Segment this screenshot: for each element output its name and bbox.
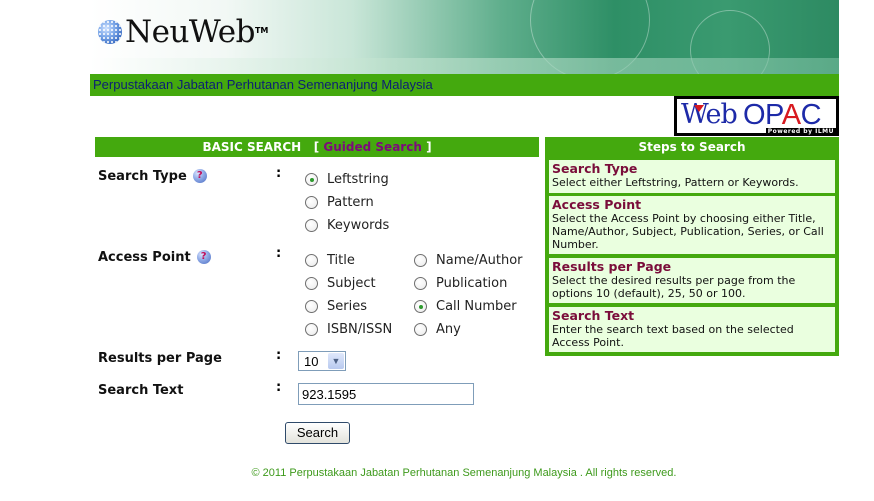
step-title: Search Type [552,161,638,176]
radio-label: Keywords [327,218,390,233]
radio-label: Call Number [436,299,517,314]
webopac-logo-web: Web [681,99,738,130]
radio-button[interactable] [305,300,318,313]
radio-label: Publication [436,276,508,291]
organization-name: Perpustakaan Jabatan Perhutanan Semenanj… [93,77,433,92]
access-point-label: Access Point? [98,250,211,265]
step-text: Select either Leftstring, Pattern or Key… [552,176,799,189]
webopac-logo: Web OPAC Powered by ILMU [674,96,839,136]
guided-search-link[interactable]: Guided Search [323,140,421,154]
radio-subject[interactable]: Subject [305,276,376,291]
radio-button[interactable] [414,254,427,267]
step-text: Select the Access Point by choosing eith… [552,212,824,251]
search-type-label-text: Search Type [98,169,187,184]
colon: : [276,166,282,181]
radio-button[interactable] [305,323,318,336]
radio-button-checked[interactable] [305,173,318,186]
help-icon[interactable]: ? [192,169,207,183]
webopac-op: OP [743,99,782,131]
access-point-label-text: Access Point [98,250,191,265]
search-button[interactable]: Search [285,422,350,444]
radio-button[interactable] [414,277,427,290]
step-title: Search Text [552,308,635,323]
footer-copyright: © 2011 Perpustakaan Jabatan Perhutanan S… [251,467,677,479]
powered-by-label: Powered by ILMU [765,128,836,135]
radio-call-number[interactable]: Call Number [414,299,517,314]
radio-button[interactable] [305,277,318,290]
globe-icon [98,20,122,44]
results-per-page-value: 10 [304,354,319,369]
radio-isbn-issn[interactable]: ISBN/ISSN [305,322,392,337]
radio-name-author[interactable]: Name/Author [414,253,523,268]
webopac-red-triangle-icon [694,105,704,112]
webopac-c: C [800,99,822,131]
radio-title[interactable]: Title [305,253,355,268]
radio-pattern[interactable]: Pattern [305,195,374,210]
radio-label: Series [327,299,367,314]
colon: : [276,380,282,395]
steps-title: Steps to Search [638,140,746,154]
step-access-point: Access Point Select the Access Point by … [549,196,835,254]
radio-label: Subject [327,276,376,291]
radio-keywords[interactable]: Keywords [305,218,389,233]
radio-button[interactable] [305,254,318,267]
radio-label: Any [436,322,461,337]
step-search-type: Search Type Select either Leftstring, Pa… [549,160,835,193]
radio-button[interactable] [305,219,318,232]
header-banner: NeuWeb TM [90,0,839,74]
bracket-open: [ [313,140,320,154]
radio-any[interactable]: Any [414,322,461,337]
radio-button[interactable] [414,323,427,336]
organization-bar: Perpustakaan Jabatan Perhutanan Semenanj… [90,74,839,96]
search-text-input[interactable] [298,383,474,405]
radio-leftstring[interactable]: Leftstring [305,172,389,187]
webopac-a: A [781,99,801,131]
step-text: Select the desired results per page from… [552,274,796,300]
step-text: Enter the search text based on the selec… [552,323,794,349]
radio-series[interactable]: Series [305,299,367,314]
radio-label: Leftstring [327,172,389,187]
basic-search-header: BASIC SEARCH [ Guided Search ] [95,137,539,157]
neuweb-logo: NeuWeb TM [98,14,268,50]
search-type-label: Search Type? [98,169,207,184]
banner-stripe [90,58,839,74]
radio-label: ISBN/ISSN [327,322,393,337]
results-per-page-select[interactable]: 10 ▼ [298,351,346,371]
help-icon[interactable]: ? [196,250,211,264]
basic-search-title: BASIC SEARCH [202,140,302,154]
logo-trademark: TM [254,25,269,35]
colon: : [276,348,282,363]
search-text-label: Search Text [98,383,184,398]
steps-to-search-panel: Steps to Search Search Type Select eithe… [545,137,839,356]
step-search-text: Search Text Enter the search text based … [549,307,835,352]
bracket-close: ] [426,140,432,154]
results-per-page-label: Results per Page [98,351,222,366]
colon: : [276,246,282,261]
radio-publication[interactable]: Publication [414,276,507,291]
step-title: Access Point [552,197,642,212]
chevron-down-icon[interactable]: ▼ [328,353,344,369]
step-results-per-page: Results per Page Select the desired resu… [549,258,835,303]
radio-button[interactable] [305,196,318,209]
radio-button-checked[interactable] [414,300,427,313]
radio-label: Pattern [327,195,374,210]
logo-text: NeuWeb [125,14,255,50]
radio-label: Name/Author [436,253,523,268]
radio-label: Title [327,253,355,268]
step-title: Results per Page [552,259,672,274]
